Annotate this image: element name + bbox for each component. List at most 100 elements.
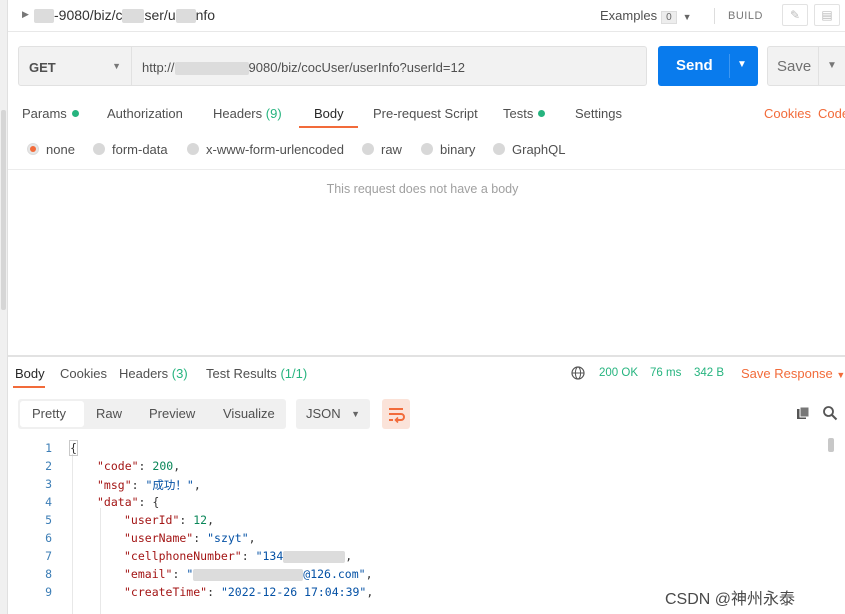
active-tab-indicator [299, 126, 358, 128]
response-toolbar: Pretty Raw Preview Visualize JSON ▼ [8, 399, 845, 431]
radio-icon [493, 143, 505, 155]
tab-headers[interactable]: Headers (9) [213, 106, 282, 121]
globe-icon[interactable] [571, 366, 585, 380]
response-tabs: Body Cookies Headers (3) Test Results (1… [8, 362, 845, 388]
radio-label: binary [440, 142, 476, 157]
copy-icon[interactable] [796, 406, 810, 420]
tab-test-results[interactable]: Test Results (1/1) [206, 366, 307, 381]
line-number: 6 [45, 531, 52, 545]
divider [729, 54, 730, 78]
view-raw-button[interactable]: Raw [96, 406, 122, 421]
chevron-down-icon: ▼ [351, 409, 360, 419]
json-value: @126.com" [303, 567, 366, 581]
examples-count-badge: 0 [661, 11, 677, 24]
tab-response-headers[interactable]: Headers (3) [119, 366, 188, 381]
radio-label: raw [381, 142, 402, 157]
json-comma: , [366, 585, 374, 599]
tab-label: Body [314, 106, 344, 121]
status-code[interactable]: 200 OK [599, 367, 638, 379]
url-input[interactable]: http:// 9080/biz/cocUser/userInfo?userId=… [132, 46, 647, 86]
tab-label: Authorization [107, 106, 183, 121]
line-number: 4 [45, 495, 52, 509]
request-name[interactable]: -9080/biz/c ser/u nfo [34, 7, 216, 24]
chevron-down-icon[interactable]: ▼ [737, 59, 747, 70]
json-value: "szyt" [207, 531, 249, 545]
watermark: CSDN @神州永泰 [665, 591, 796, 608]
request-name-part: nfo [195, 7, 216, 23]
json-value: 200 [152, 459, 174, 473]
tab-params[interactable]: Params [22, 106, 79, 121]
indent-guide [100, 508, 101, 614]
json-value: { [152, 495, 160, 509]
view-pretty-button[interactable]: Pretty [32, 406, 66, 421]
line-number: 8 [45, 567, 52, 581]
code-line: "email": " @126.com", [124, 567, 373, 581]
radio-raw[interactable]: raw [362, 142, 402, 157]
json-key: "code" [97, 459, 139, 473]
view-visualize-button[interactable]: Visualize [223, 406, 275, 421]
code-link[interactable]: Code [818, 106, 845, 121]
request-name-part: -9080/biz/c [54, 7, 123, 23]
left-panel-scrollbar[interactable] [0, 0, 8, 614]
json-key: "email" [124, 567, 173, 581]
code-line: "data": { [97, 495, 159, 509]
code-scrollbar[interactable] [828, 438, 834, 452]
comments-icon[interactable]: ▤ [814, 4, 840, 26]
response-size[interactable]: 342 B [694, 367, 724, 379]
radio-none[interactable]: none [27, 142, 75, 157]
view-preview-button[interactable]: Preview [149, 406, 195, 421]
tab-count: (9) [265, 106, 282, 121]
radio-icon [27, 143, 39, 155]
format-value: JSON [306, 406, 341, 421]
body-type-radio-group: none form-data x-www-form-urlencoded raw… [8, 138, 845, 162]
code-line: "userName": "szyt", [124, 531, 256, 545]
json-colon: : [207, 585, 221, 599]
json-key: "msg" [97, 478, 132, 492]
format-select[interactable]: JSON ▼ [296, 399, 370, 429]
save-response-dropdown[interactable]: Save Response ▼ [741, 366, 845, 381]
json-colon: : [172, 567, 187, 581]
tab-response-cookies[interactable]: Cookies [60, 366, 107, 381]
cookies-link[interactable]: Cookies [764, 106, 811, 121]
json-value: 12 [193, 513, 208, 527]
radio-label: GraphQL [512, 142, 566, 157]
radio-binary[interactable]: binary [421, 142, 475, 157]
code-line: { [69, 440, 78, 456]
save-label: Save [777, 58, 812, 75]
chevron-down-icon[interactable]: ▼ [827, 60, 837, 71]
radio-form-data[interactable]: form-data [93, 142, 168, 157]
tab-pre-request-script[interactable]: Pre-request Script [373, 106, 478, 121]
search-icon[interactable] [822, 405, 838, 421]
line-number: 5 [45, 513, 52, 527]
json-value: "134 [255, 549, 284, 563]
send-button[interactable]: Send ▼ [658, 46, 758, 86]
json-comma: , [345, 549, 353, 563]
radio-graphql[interactable]: GraphQL [493, 142, 565, 157]
response-time[interactable]: 76 ms [650, 367, 681, 379]
tab-label: Cookies [60, 366, 107, 381]
radio-label: form-data [112, 142, 168, 157]
tab-settings[interactable]: Settings [575, 106, 622, 121]
line-number: 9 [45, 585, 52, 599]
tab-label: Headers [213, 106, 263, 121]
tab-body[interactable]: Body [314, 106, 344, 121]
divider [818, 47, 819, 85]
examples-dropdown[interactable]: Examples 0 ▼ [600, 8, 692, 24]
tab-authorization[interactable]: Authorization [107, 106, 183, 121]
pane-resize-handle[interactable] [8, 355, 845, 357]
edit-icon[interactable]: ✎ [782, 4, 808, 26]
wrap-lines-button[interactable] [382, 399, 410, 429]
tab-tests[interactable]: Tests [503, 106, 546, 121]
expand-caret-icon[interactable]: ▶ [22, 9, 29, 20]
radio-x-www-form-urlencoded[interactable]: x-www-form-urlencoded [187, 142, 344, 157]
radio-label: none [46, 142, 75, 157]
divider [8, 169, 845, 170]
tab-label: Test Results [206, 366, 277, 381]
build-label[interactable]: BUILD [728, 10, 763, 22]
method-select[interactable]: GET ▼ [18, 46, 132, 86]
save-button[interactable]: Save ▼ [767, 46, 845, 86]
save-response-label: Save Response [741, 366, 833, 381]
tab-response-body[interactable]: Body [15, 366, 45, 381]
scrollbar-thumb[interactable] [1, 110, 6, 310]
json-value: " [186, 567, 194, 581]
